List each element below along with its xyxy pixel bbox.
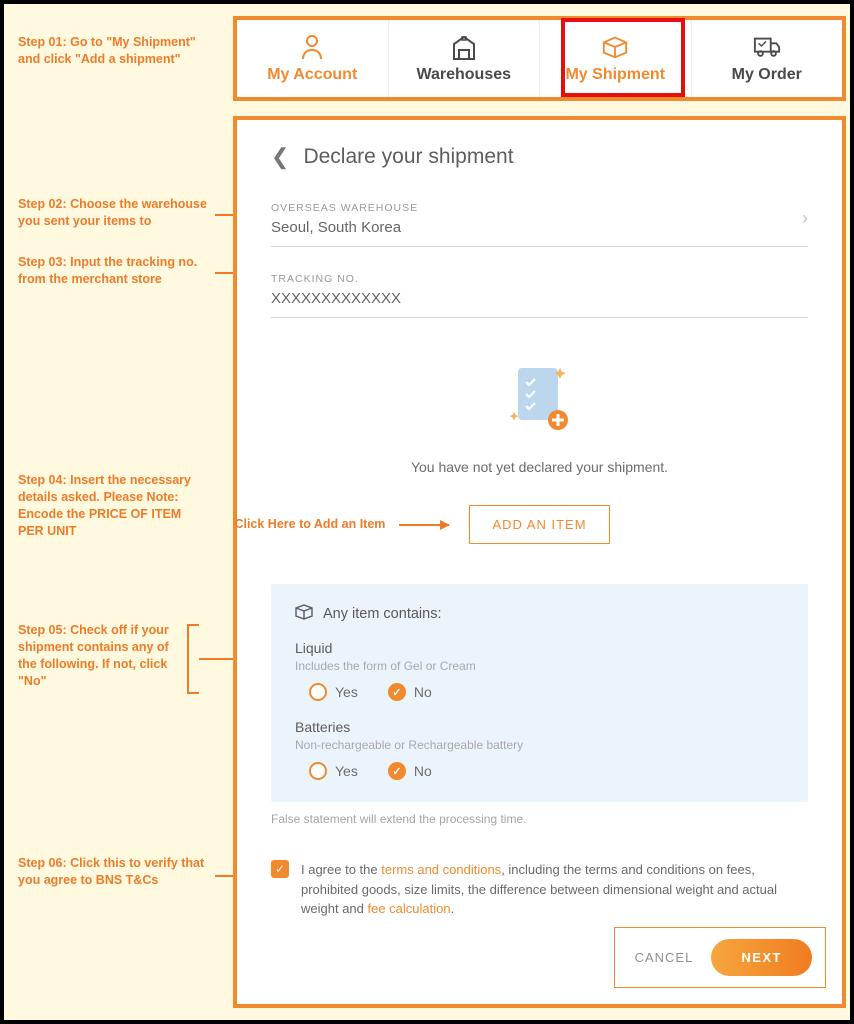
truck-icon (753, 34, 781, 60)
tracking-field[interactable]: TRACKING NO. XXXXXXXXXXXXX (271, 269, 808, 318)
checklist-icon (504, 423, 576, 440)
tracking-label: TRACKING NO. (271, 273, 808, 285)
liquid-yes-radio[interactable]: Yes (309, 683, 358, 701)
warehouse-value: Seoul, South Korea (271, 219, 808, 236)
nav-my-order[interactable]: My Order (692, 20, 843, 97)
tracking-value: XXXXXXXXXXXXX (271, 290, 808, 307)
bracket-step05 (187, 624, 199, 694)
empty-state: You have not yet declared your shipment.… (271, 362, 808, 544)
annotation-step02: Step 02: Choose the warehouse you sent y… (18, 196, 218, 230)
false-statement-note: False statement will extend the processi… (271, 812, 808, 826)
warehouse-icon (450, 34, 478, 60)
liquid-no-radio[interactable]: No (388, 683, 432, 701)
battery-no-radio[interactable]: No (388, 762, 432, 780)
nav-label: Warehouses (416, 66, 511, 84)
nav-label: My Account (267, 66, 357, 84)
battery-sub: Non-rechargeable or Rechargeable battery (295, 738, 784, 752)
radio-label: No (414, 684, 432, 700)
battery-title: Batteries (295, 719, 784, 735)
cube-icon (295, 604, 313, 624)
battery-yes-radio[interactable]: Yes (309, 762, 358, 780)
page-title: Declare your shipment (303, 145, 513, 169)
liquid-title: Liquid (295, 640, 784, 656)
radio-label: Yes (335, 684, 358, 700)
item-contains-box: Any item contains: Liquid Includes the f… (271, 584, 808, 802)
nav-warehouses[interactable]: Warehouses (389, 20, 541, 97)
nav-my-account[interactable]: My Account (237, 20, 389, 97)
user-icon (298, 34, 326, 60)
warehouse-field[interactable]: OVERSEAS WAREHOUSE Seoul, South Korea › (271, 198, 808, 247)
annotation-step01: Step 01: Go to "My Shipment" and click "… (18, 34, 198, 68)
radio-label: Yes (335, 763, 358, 779)
footer-actions: CANCEL NEXT (614, 927, 826, 988)
arrow-add-item (399, 524, 449, 526)
annotation-step06: Step 06: Click this to verify that you a… (18, 855, 218, 889)
next-button[interactable]: NEXT (711, 939, 812, 976)
agree-text: I agree to the terms and conditions, inc… (301, 860, 808, 919)
terms-link[interactable]: terms and conditions (381, 862, 501, 877)
red-highlight-my-shipment (561, 18, 685, 97)
page-header: ❮ Declare your shipment (271, 144, 808, 170)
contains-heading: Any item contains: (323, 606, 441, 622)
agree-checkbox[interactable]: ✓ (271, 860, 289, 878)
declare-form-panel: ❮ Declare your shipment OVERSEAS WAREHOU… (233, 116, 846, 1008)
empty-message: You have not yet declared your shipment. (271, 459, 808, 475)
annotation-add-hint: Click Here to Add an Item (234, 517, 385, 531)
warehouse-label: OVERSEAS WAREHOUSE (271, 202, 808, 214)
top-nav: My Account Warehouses My Shipment My Ord… (233, 16, 846, 101)
chevron-right-icon: › (802, 208, 808, 229)
back-button[interactable]: ❮ (271, 144, 289, 170)
nav-label: My Order (732, 66, 802, 84)
liquid-sub: Includes the form of Gel or Cream (295, 659, 784, 673)
annotation-step03: Step 03: Input the tracking no. from the… (18, 254, 218, 288)
radio-label: No (414, 763, 432, 779)
annotation-step04: Step 04: Insert the necessary details as… (18, 472, 208, 540)
fee-calc-link[interactable]: fee calculation (368, 901, 451, 916)
cancel-button[interactable]: CANCEL (635, 950, 694, 965)
add-item-button[interactable]: ADD AN ITEM (469, 505, 609, 544)
annotation-step05: Step 05: Check off if your shipment cont… (18, 622, 188, 690)
